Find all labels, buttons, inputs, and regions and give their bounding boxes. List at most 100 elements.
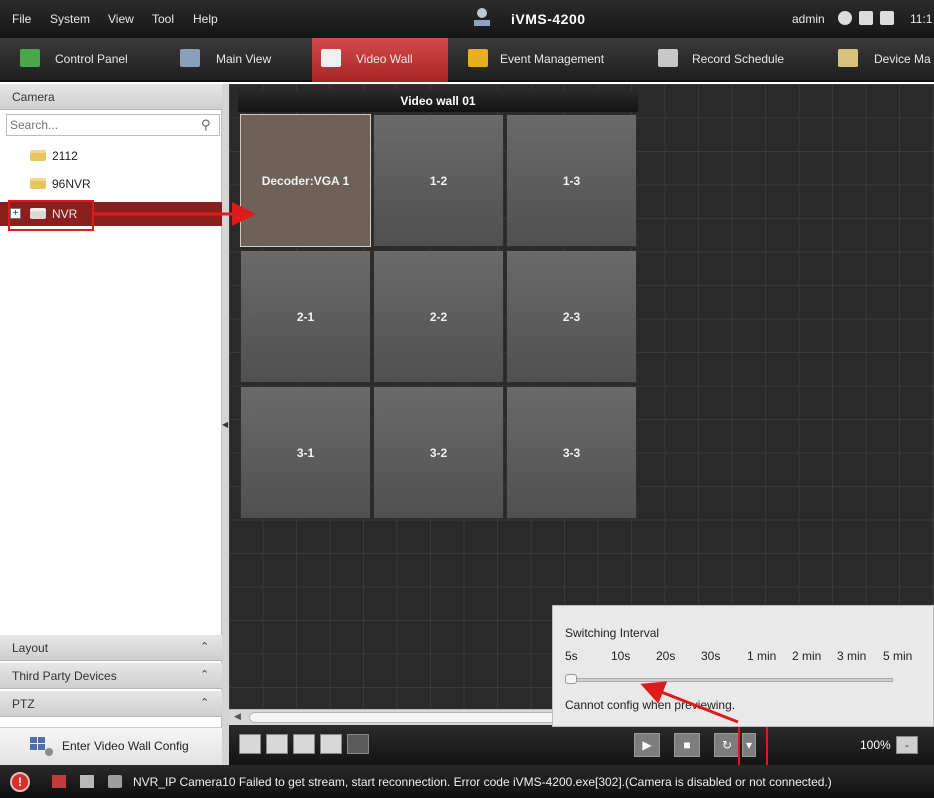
- cell-label: 1-3: [562, 174, 581, 188]
- menu-system[interactable]: System: [50, 12, 90, 26]
- alarm-icon[interactable]: !: [10, 772, 30, 792]
- tab-device-management[interactable]: Device Ma: [834, 38, 934, 82]
- menu-tool[interactable]: Tool: [152, 12, 174, 26]
- interval-slider-track[interactable]: [565, 678, 893, 682]
- tab-main-view[interactable]: Main View: [170, 38, 300, 82]
- layout-section-header[interactable]: Layout ⌃: [0, 635, 222, 661]
- interval-option[interactable]: 3 min: [837, 649, 866, 663]
- folder-icon: [30, 178, 46, 189]
- ptz-section-header[interactable]: PTZ ⌃: [0, 691, 222, 717]
- keyboard-icon[interactable]: [859, 11, 873, 25]
- wall-cell-decoder-vga1[interactable]: Decoder:VGA 1: [240, 114, 371, 247]
- interval-option[interactable]: 20s: [656, 649, 675, 663]
- folder-icon: [30, 150, 46, 161]
- layout-3x3-icon[interactable]: [293, 734, 315, 754]
- collapse-arrow-icon[interactable]: ◀: [222, 420, 228, 429]
- annotation-highlight-box: [8, 200, 94, 231]
- layout-1x1-icon[interactable]: [239, 734, 261, 754]
- tab-event-management[interactable]: Event Management: [458, 38, 638, 82]
- interval-option[interactable]: 30s: [701, 649, 720, 663]
- tree-item-96nvr[interactable]: 96NVR: [0, 172, 222, 196]
- cell-label: 3-3: [562, 446, 581, 460]
- wall-cell-2-1[interactable]: 2-1: [240, 250, 371, 383]
- scroll-left-icon[interactable]: ◀: [234, 711, 241, 722]
- tree-item-label: 96NVR: [52, 177, 91, 191]
- tab-control-panel[interactable]: Control Panel: [0, 38, 150, 82]
- chevron-up-icon: ⌃: [200, 641, 210, 653]
- alarm-sound-icon[interactable]: [52, 775, 66, 788]
- interval-option[interactable]: 5 min: [883, 649, 912, 663]
- menu-view[interactable]: View: [108, 12, 134, 26]
- enter-video-wall-config-button[interactable]: Enter Video Wall Config: [0, 727, 222, 765]
- app-title: iVMS-4200: [511, 11, 586, 27]
- stop-icon[interactable]: ■: [674, 733, 700, 757]
- interval-option[interactable]: 10s: [611, 649, 630, 663]
- title-bar: File System View Tool Help iVMS-4200 adm…: [0, 0, 934, 38]
- cell-label: 3-1: [296, 446, 315, 460]
- status-message: NVR_IP Camera10 Failed to get stream, st…: [133, 775, 832, 789]
- switching-interval-popup: Switching Interval 5s 10s 20s 30s 1 min …: [552, 605, 934, 727]
- lock-icon[interactable]: [880, 11, 894, 25]
- event-list-icon[interactable]: [80, 775, 94, 788]
- cell-label: 2-3: [562, 310, 581, 324]
- interval-option[interactable]: 1 min: [747, 649, 776, 663]
- tab-record-schedule[interactable]: Record Schedule: [652, 38, 822, 82]
- control-panel-icon: [20, 49, 40, 67]
- video-wall-title: Video wall 01: [238, 90, 638, 112]
- tab-label: Record Schedule: [692, 52, 785, 66]
- wall-cell-1-3[interactable]: 1-3: [506, 114, 637, 247]
- enter-config-label: Enter Video Wall Config: [62, 739, 189, 753]
- user-name[interactable]: admin: [792, 12, 825, 26]
- interval-option[interactable]: 5s: [565, 649, 578, 663]
- wall-cell-2-2[interactable]: 2-2: [373, 250, 504, 383]
- menu-file[interactable]: File: [12, 12, 31, 26]
- speaker-icon[interactable]: [108, 775, 122, 788]
- layout-custom-icon: [347, 734, 369, 754]
- left-panel: Camera ⚲ 2112 96NVR + NVR Layout ⌃ Third…: [0, 84, 222, 765]
- wall-cell-3-2[interactable]: 3-2: [373, 386, 504, 519]
- wall-cell-1-2[interactable]: 1-2: [373, 114, 504, 247]
- chevron-up-icon: ⌃: [200, 697, 210, 709]
- third-party-devices-header[interactable]: Third Party Devices ⌃: [0, 663, 222, 689]
- tab-label: Event Management: [500, 52, 605, 66]
- play-icon[interactable]: ▶: [634, 733, 660, 757]
- cell-label: 2-2: [429, 310, 448, 324]
- layout-4x4-icon[interactable]: [320, 734, 342, 754]
- camera-header-label: Camera: [12, 90, 55, 104]
- tab-label: Control Panel: [55, 52, 128, 66]
- switching-interval-title: Switching Interval: [565, 626, 660, 640]
- camera-header[interactable]: Camera: [0, 84, 222, 110]
- module-tab-bar: Control Panel Main View Video Wall Event…: [0, 38, 934, 82]
- wall-cell-3-3[interactable]: 3-3: [506, 386, 637, 519]
- search-input[interactable]: [7, 115, 195, 135]
- section-label: PTZ: [12, 697, 35, 711]
- wall-cell-2-3[interactable]: 2-3: [506, 250, 637, 383]
- main-view-icon: [180, 49, 200, 67]
- tab-video-wall[interactable]: Video Wall: [312, 38, 448, 82]
- tab-label: Video Wall: [356, 52, 413, 66]
- video-wall-config-icon: [30, 737, 53, 756]
- annotation-highlight-box: [738, 725, 768, 767]
- scrollbar-thumb[interactable]: [249, 712, 579, 723]
- interval-option[interactable]: 2 min: [792, 649, 821, 663]
- cycle-switch-icon[interactable]: ↻: [714, 733, 740, 757]
- status-bar: ! NVR_IP Camera10 Failed to get stream, …: [0, 765, 934, 798]
- cell-label: 2-1: [296, 310, 315, 324]
- tree-item-2112[interactable]: 2112: [0, 144, 222, 168]
- search-box: ⚲: [6, 114, 220, 136]
- globe-icon[interactable]: [838, 11, 852, 25]
- zoom-level: 100%: [860, 738, 891, 752]
- section-label: Layout: [12, 641, 49, 655]
- app-logo-icon: [474, 8, 490, 26]
- cell-label: 1-2: [429, 174, 448, 188]
- layout-2x2-icon[interactable]: [266, 734, 288, 754]
- search-icon[interactable]: ⚲: [201, 117, 211, 133]
- tab-label: Main View: [216, 52, 272, 66]
- interval-slider-thumb[interactable]: [565, 674, 577, 684]
- tab-label: Device Ma: [874, 52, 931, 66]
- menu-help[interactable]: Help: [193, 12, 218, 26]
- wall-cell-3-1[interactable]: 3-1: [240, 386, 371, 519]
- zoom-out-button[interactable]: -: [896, 736, 918, 754]
- event-folder-icon: [468, 49, 488, 67]
- bottom-toolbar: ▶ ■ ↻ ▾: [229, 725, 934, 765]
